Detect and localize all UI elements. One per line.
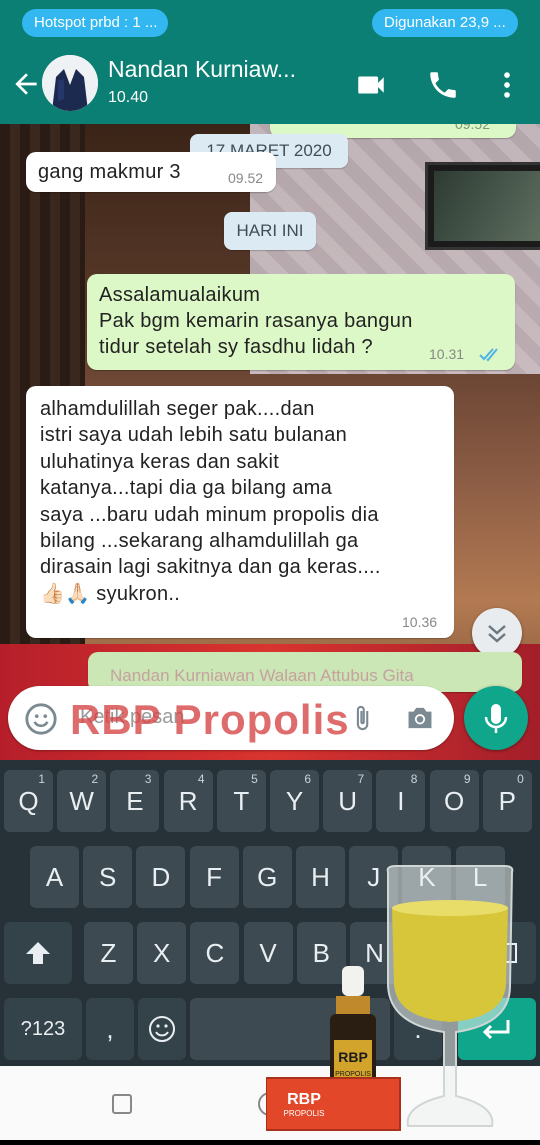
key-o[interactable]: O9 (429, 770, 479, 832)
key-hint: 8 (410, 772, 418, 786)
bottle-label: RBP (338, 1049, 368, 1065)
key-x[interactable]: X (137, 922, 187, 984)
key-y[interactable]: Y6 (270, 770, 319, 832)
message-line: uluhatinya keras dan sakit (40, 450, 280, 473)
key-f[interactable]: F (189, 846, 239, 908)
key-d[interactable]: D (136, 846, 186, 908)
message-line: Pak bgm kemarin rasanya bangun (99, 310, 413, 332)
video-call-icon[interactable] (354, 68, 388, 102)
message-line: istri saya udah lebih satu bulanan (40, 424, 348, 447)
microphone-icon (484, 704, 508, 733)
hotspot-pill[interactable]: Hotspot prbd : 1 ... (22, 9, 168, 37)
double-chevron-down-icon (488, 625, 506, 643)
message-time: 10.36 (402, 614, 438, 630)
chat-area[interactable]: 09.52 17 MARET 2020 gang makmur 3 09.52 … (0, 124, 540, 760)
message-line: Assalamualaikum (99, 284, 261, 306)
last-seen: 10.40 (108, 89, 149, 106)
key-hint: 3 (144, 772, 152, 786)
symbols-key[interactable]: ?123 (4, 998, 82, 1060)
key-s[interactable]: S (83, 846, 133, 908)
scroll-down-button[interactable] (472, 608, 522, 658)
message-line: tidur setelah sy fasdhu lidah ? (99, 336, 373, 358)
key-w[interactable]: W2 (57, 770, 107, 832)
more-vert-icon[interactable] (490, 68, 524, 102)
propolis-product-image: RBP PROPOLIS RBP PROPOLIS (265, 865, 514, 1131)
profile-picture-icon (42, 55, 98, 111)
camera-icon[interactable] (404, 704, 436, 732)
box-label: RBP (287, 1091, 321, 1108)
key-t[interactable]: T5 (216, 770, 266, 832)
mic-button[interactable] (464, 686, 528, 750)
key-hint: 2 (91, 772, 99, 786)
comma-key[interactable]: , (86, 998, 134, 1060)
product-overlay: RBP PROPOLIS RBP PROPOLIS (265, 856, 540, 1140)
message-time: 09.52 (454, 124, 490, 132)
message-input[interactable]: Ketik pesan RBP Propolis (8, 686, 454, 750)
emoji-icon (149, 1016, 175, 1042)
message-in[interactable]: gang makmur 3 09.52 (26, 152, 276, 192)
chat-header: Nandan Kurniaw... 10.40 (0, 46, 540, 124)
message-line: syukron.. (96, 582, 181, 605)
message-line: alhamdulillah seger pak....dan (40, 398, 315, 420)
avatar[interactable] (42, 55, 98, 111)
message-time: 10.31 (429, 346, 465, 362)
message-line: bilang ...sekarang alhamdulillah ga (40, 530, 359, 553)
key-hint: 5 (251, 772, 258, 786)
key-i[interactable]: I8 (376, 770, 426, 832)
emoji-key[interactable] (138, 998, 186, 1060)
key-r[interactable]: R4 (163, 770, 213, 832)
key-a[interactable]: A (30, 846, 79, 908)
contact-name[interactable]: Nandan Kurniaw... (108, 56, 296, 83)
double-check-icon (479, 348, 498, 362)
shift-arrow-icon (26, 942, 50, 964)
key-hint: 9 (463, 772, 471, 786)
status-bar: Hotspot prbd : 1 ... Digunakan 23,9 ... (0, 0, 540, 46)
data-usage-pill[interactable]: Digunakan 23,9 ... (372, 9, 518, 37)
key-u[interactable]: U7 (323, 770, 373, 832)
key-hint: 1 (38, 772, 45, 786)
emoji-icon[interactable] (24, 702, 58, 736)
attach-icon[interactable] (348, 704, 376, 732)
message-out[interactable]: Assalamualaikum Pak bgm kemarin rasanya … (87, 274, 515, 370)
message-line: dirasain lagi sakitnya dan ga keras.... (40, 556, 381, 579)
message-line: katanya...tapi dia ga bilang ama (40, 477, 333, 500)
watermark-text: RBP Propolis (70, 696, 350, 743)
back-arrow-icon[interactable] (10, 68, 42, 100)
key-z[interactable]: Z (84, 922, 133, 984)
wallpaper-tv (425, 162, 540, 250)
key-hint: 7 (357, 772, 365, 786)
key-hint: 4 (197, 772, 205, 786)
message-line: saya ...baru udah minum propolis dia (40, 503, 379, 526)
key-e[interactable]: E3 (110, 770, 160, 832)
shift-key[interactable] (4, 922, 72, 984)
recent-apps-icon[interactable] (112, 1094, 132, 1114)
message-in[interactable]: alhamdulillah seger pak....dan istri say… (26, 386, 454, 638)
key-p[interactable]: P0 (482, 770, 532, 832)
message-time: 09.52 (228, 170, 264, 186)
bottle-sublabel: PROPOLIS (335, 1071, 371, 1078)
key-hint: 6 (304, 772, 311, 786)
key-q[interactable]: Q1 (4, 770, 53, 832)
date-chip: HARI INI (224, 212, 316, 250)
message-text: gang makmur 3 (38, 161, 181, 183)
box-sublabel: PROPOLIS (284, 1109, 325, 1118)
quoted-text: Nandan Kurniawan Walaan Attubus Gita (110, 666, 414, 685)
key-hint: 0 (517, 772, 524, 786)
key-c[interactable]: C (190, 922, 240, 984)
emoji-thumbs-pray: 👍🏻🙏🏻 (40, 582, 91, 605)
phone-icon[interactable] (426, 68, 460, 102)
